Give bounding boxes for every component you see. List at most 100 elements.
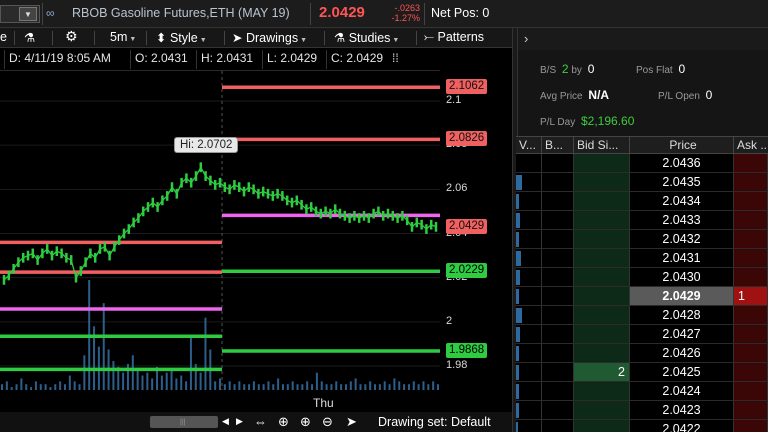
ask-size-cell[interactable]: [734, 325, 768, 344]
price-cell[interactable]: 2.0435: [630, 173, 734, 192]
horizontal-scrollbar[interactable]: |||: [150, 416, 218, 428]
ask-size-cell[interactable]: [734, 173, 768, 192]
toolbar-edge-icon[interactable]: e: [0, 30, 7, 44]
flask-icon[interactable]: ⚗: [24, 30, 35, 45]
column-volume[interactable]: V...: [516, 137, 542, 154]
bid-size-cell[interactable]: [574, 420, 630, 432]
chevron-down-icon[interactable]: ▼: [19, 7, 37, 21]
ask-size-cell[interactable]: [734, 344, 768, 363]
ask-size-cell[interactable]: [734, 382, 768, 401]
ladder-row[interactable]: 2.0428: [516, 306, 768, 325]
ladder-row[interactable]: 2.0436: [516, 154, 768, 173]
more-dots-icon[interactable]: ⁞⁞: [388, 50, 399, 69]
scroll-right-icon[interactable]: ▶: [236, 416, 243, 427]
buy-orders-cell[interactable]: [542, 344, 574, 363]
column-price[interactable]: Price: [630, 137, 734, 154]
price-cell[interactable]: 2.0426: [630, 344, 734, 363]
ask-size-cell[interactable]: [734, 306, 768, 325]
price-cell[interactable]: 2.0425: [630, 363, 734, 382]
bid-size-cell[interactable]: [574, 287, 630, 306]
bid-size-cell[interactable]: [574, 382, 630, 401]
link-icon[interactable]: ∞: [46, 6, 55, 20]
ask-size-cell[interactable]: [734, 363, 768, 382]
price-cell[interactable]: 2.0429: [630, 287, 734, 306]
ask-size-cell[interactable]: [734, 249, 768, 268]
price-cell[interactable]: 2.0423: [630, 401, 734, 420]
price-level-tag[interactable]: 2.0229: [446, 263, 488, 279]
buy-orders-cell[interactable]: [542, 306, 574, 325]
ladder-row[interactable]: 2.0432: [516, 230, 768, 249]
price-cell[interactable]: 2.0432: [630, 230, 734, 249]
ask-size-cell[interactable]: [734, 401, 768, 420]
price-cell[interactable]: 2.0433: [630, 211, 734, 230]
price-level-tag[interactable]: 1.9868: [446, 342, 488, 358]
drawings-menu[interactable]: ➤ Drawings ▼: [232, 30, 307, 45]
price-axis[interactable]: 2.12.082.062.042.0221.982.10622.08262.04…: [440, 49, 512, 389]
timeframe-selector[interactable]: 5m ▼: [110, 30, 136, 44]
ladder-row[interactable]: 2.0429 1: [516, 287, 768, 306]
buy-orders-cell[interactable]: [542, 287, 574, 306]
price-cell[interactable]: 2.0428: [630, 306, 734, 325]
chevron-right-icon[interactable]: ›: [524, 31, 528, 46]
ask-size-cell[interactable]: 1: [734, 287, 768, 306]
buy-orders-cell[interactable]: [542, 173, 574, 192]
price-cell[interactable]: 2.0434: [630, 192, 734, 211]
bid-size-cell[interactable]: [574, 325, 630, 344]
ladder-row[interactable]: 2.0424: [516, 382, 768, 401]
bid-size-cell[interactable]: [574, 192, 630, 211]
buy-orders-cell[interactable]: [542, 363, 574, 382]
buy-orders-cell[interactable]: [542, 268, 574, 287]
ask-size-cell[interactable]: [734, 268, 768, 287]
pan-arrows-icon[interactable]: ⇔: [254, 414, 267, 429]
column-ask-size[interactable]: Ask ...: [734, 137, 768, 154]
scroll-left-icon[interactable]: ◀: [222, 416, 229, 427]
buy-orders-cell[interactable]: [542, 382, 574, 401]
buy-orders-cell[interactable]: [542, 401, 574, 420]
buy-orders-cell[interactable]: [542, 325, 574, 344]
ladder-row[interactable]: 2.0434: [516, 192, 768, 211]
price-cell[interactable]: 2.0431: [630, 249, 734, 268]
patterns-menu[interactable]: ⤚ Patterns: [424, 30, 484, 45]
price-level-tag[interactable]: 2.1062: [446, 79, 488, 95]
ladder-row[interactable]: 2 2.0425: [516, 363, 768, 382]
ask-size-cell[interactable]: [734, 192, 768, 211]
ladder-row[interactable]: 2.0426: [516, 344, 768, 363]
bid-size-cell[interactable]: [574, 401, 630, 420]
ladder-row[interactable]: 2.0427: [516, 325, 768, 344]
bid-size-cell[interactable]: [574, 173, 630, 192]
buy-orders-cell[interactable]: [542, 192, 574, 211]
bid-size-cell[interactable]: [574, 211, 630, 230]
bid-size-cell[interactable]: 2: [574, 363, 630, 382]
style-menu[interactable]: ⬍ Style ▼: [156, 30, 207, 45]
ask-size-cell[interactable]: [734, 230, 768, 249]
price-chart[interactable]: [0, 71, 440, 390]
bid-size-cell[interactable]: [574, 344, 630, 363]
buy-orders-cell[interactable]: [542, 249, 574, 268]
column-buy-orders[interactable]: B...: [542, 137, 574, 154]
bid-size-cell[interactable]: [574, 154, 630, 173]
ladder-row[interactable]: 2.0422: [516, 420, 768, 432]
drawing-set-selector[interactable]: Drawing set: Default: [378, 415, 491, 429]
instrument-name[interactable]: RBOB Gasoline Futures,ETH (MAY 19): [72, 6, 290, 20]
gear-icon[interactable]: ⚙: [65, 28, 78, 45]
price-level-tag[interactable]: 2.0826: [446, 131, 488, 147]
ladder-row[interactable]: 2.0435: [516, 173, 768, 192]
price-cell[interactable]: 2.0430: [630, 268, 734, 287]
symbol-selector[interactable]: ▼: [0, 5, 40, 23]
crosshair-icon[interactable]: ⊕: [278, 414, 289, 430]
ask-size-cell[interactable]: [734, 420, 768, 432]
price-cell[interactable]: 2.0424: [630, 382, 734, 401]
column-bid-size[interactable]: Bid Si...: [574, 137, 630, 154]
zoom-out-icon[interactable]: ⊖: [322, 414, 333, 430]
price-cell[interactable]: 2.0422: [630, 420, 734, 432]
buy-orders-cell[interactable]: [542, 230, 574, 249]
buy-orders-cell[interactable]: [542, 420, 574, 432]
bid-size-cell[interactable]: [574, 268, 630, 287]
ladder-row[interactable]: 2.0430: [516, 268, 768, 287]
bid-size-cell[interactable]: [574, 230, 630, 249]
bid-size-cell[interactable]: [574, 306, 630, 325]
buy-orders-cell[interactable]: [542, 154, 574, 173]
ask-size-cell[interactable]: [734, 154, 768, 173]
ask-size-cell[interactable]: [734, 211, 768, 230]
bid-size-cell[interactable]: [574, 249, 630, 268]
